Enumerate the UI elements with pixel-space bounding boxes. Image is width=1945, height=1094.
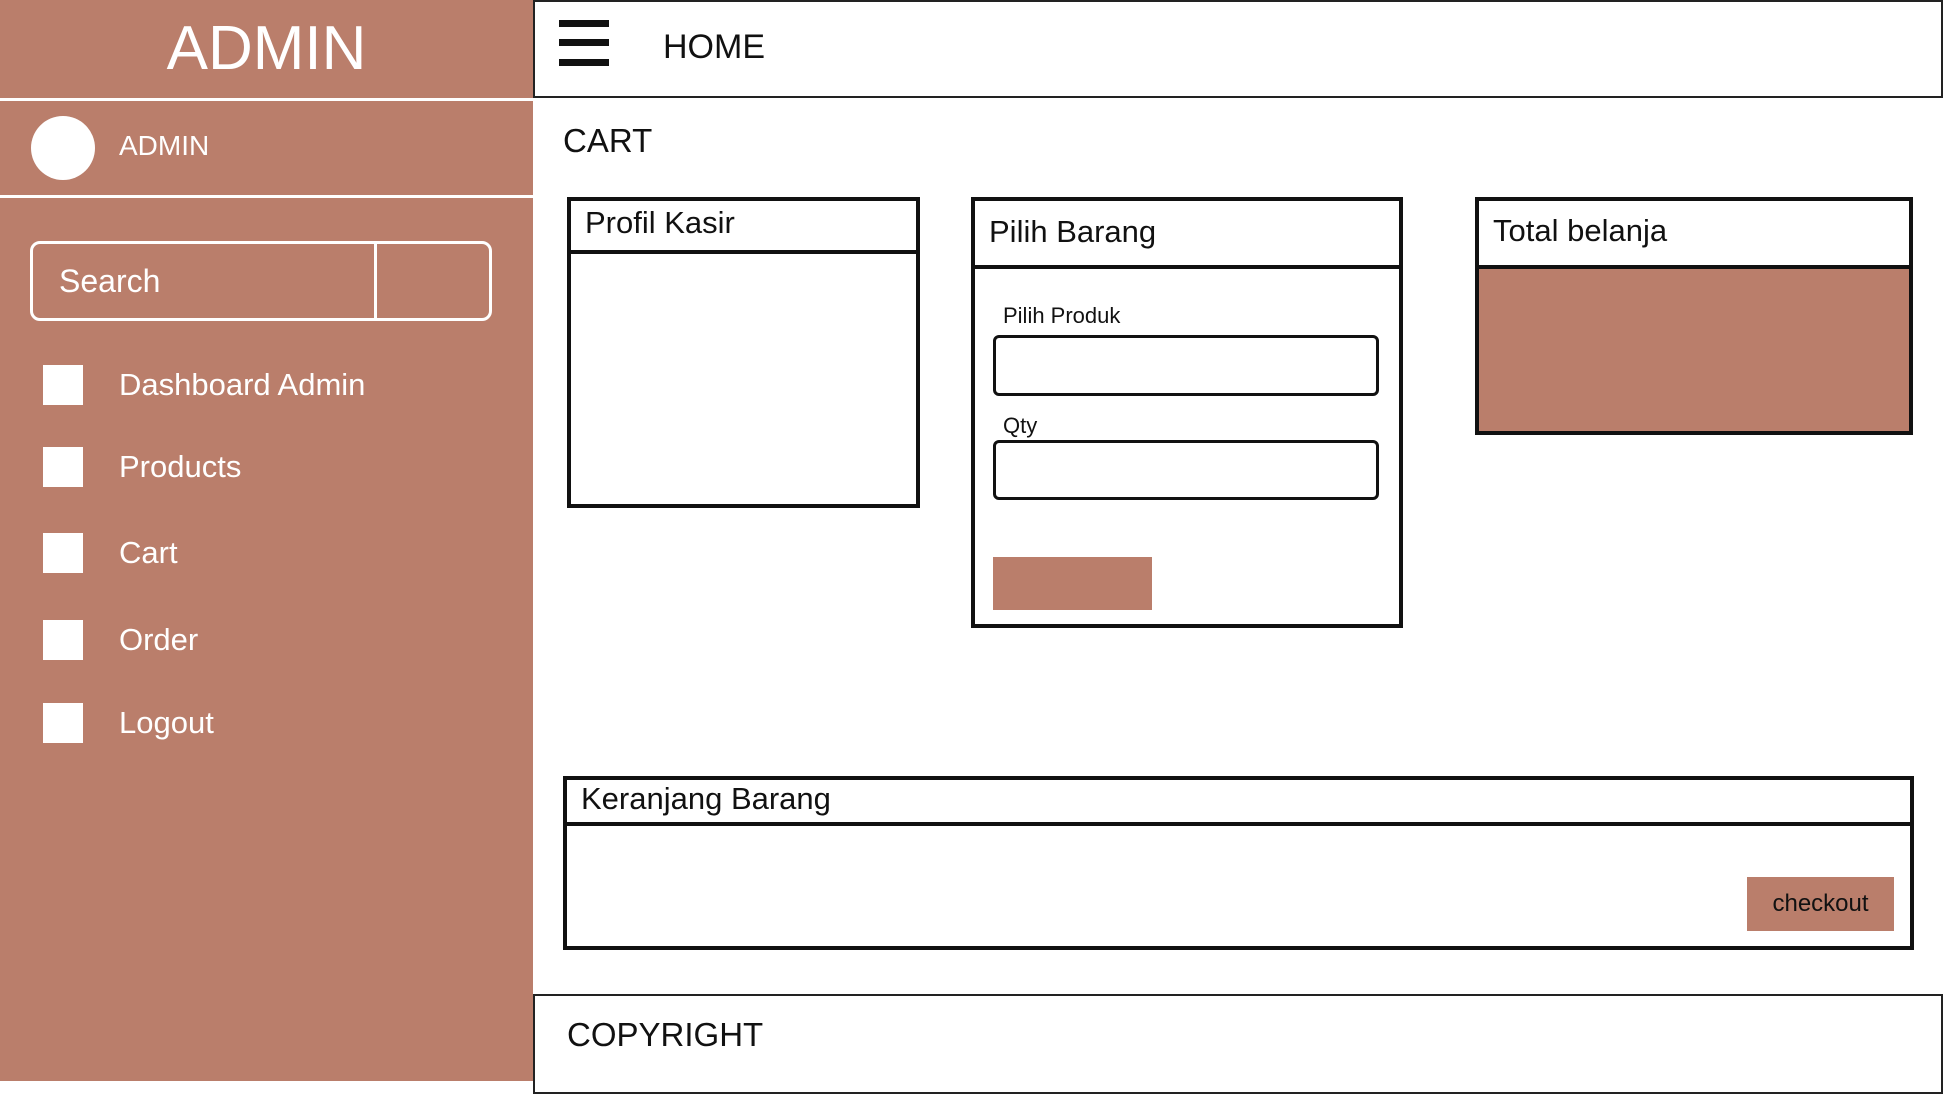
search-box <box>30 241 492 321</box>
divider <box>0 195 533 198</box>
produk-input[interactable] <box>993 335 1379 396</box>
checkbox-icon <box>43 447 83 487</box>
card-title: Profil Kasir <box>571 201 916 254</box>
divider <box>0 98 533 101</box>
sidebar-item-label: Dashboard Admin <box>119 367 366 402</box>
user-name: ADMIN <box>119 130 210 161</box>
total-belanja-card: Total belanja <box>1475 197 1913 435</box>
sidebar-item-products[interactable]: Products <box>43 445 483 489</box>
card-title: Total belanja <box>1479 201 1909 269</box>
checkbox-icon <box>43 620 83 660</box>
sidebar-item-label: Logout <box>119 705 214 740</box>
sidebar-item-label: Cart <box>119 535 178 570</box>
sidebar-item-order[interactable]: Order <box>43 618 483 662</box>
qty-label: Qty <box>1003 413 1038 438</box>
sidebar-title: ADMIN <box>166 14 367 83</box>
header-title: HOME <box>663 28 765 66</box>
checkbox-icon <box>43 703 83 743</box>
hamburger-menu-icon[interactable] <box>559 20 609 66</box>
card-title: Pilih Barang <box>975 201 1399 269</box>
produk-label: Pilih Produk <box>1003 303 1121 328</box>
footer: COPYRIGHT <box>533 994 1943 1094</box>
checkbox-icon <box>43 533 83 573</box>
sidebar-item-dashboard-admin[interactable]: Dashboard Admin <box>43 363 483 407</box>
qty-input[interactable] <box>993 440 1379 500</box>
sidebar-item-logout[interactable]: Logout <box>43 701 483 745</box>
sidebar-item-label: Products <box>119 449 242 484</box>
page-title: CART <box>563 122 653 159</box>
header: HOME <box>533 0 1943 98</box>
pilih-barang-card: Pilih Barang Pilih Produk Qty <box>971 197 1403 628</box>
search-button[interactable] <box>377 244 489 318</box>
search-input[interactable] <box>33 244 377 318</box>
sidebar: ADMIN ADMIN Dashboard Admin Products Car… <box>0 0 533 1081</box>
sidebar-item-label: Order <box>119 622 199 657</box>
avatar <box>31 116 95 180</box>
checkbox-icon <box>43 365 83 405</box>
keranjang-barang-card: Keranjang Barang checkout <box>563 776 1914 950</box>
add-to-cart-button[interactable] <box>993 557 1152 610</box>
checkout-button[interactable]: checkout <box>1747 877 1894 931</box>
copyright-text: COPYRIGHT <box>567 1016 764 1053</box>
card-title: Keranjang Barang <box>567 780 1910 826</box>
profil-kasir-card: Profil Kasir <box>567 197 920 508</box>
sidebar-item-cart[interactable]: Cart <box>43 531 483 575</box>
